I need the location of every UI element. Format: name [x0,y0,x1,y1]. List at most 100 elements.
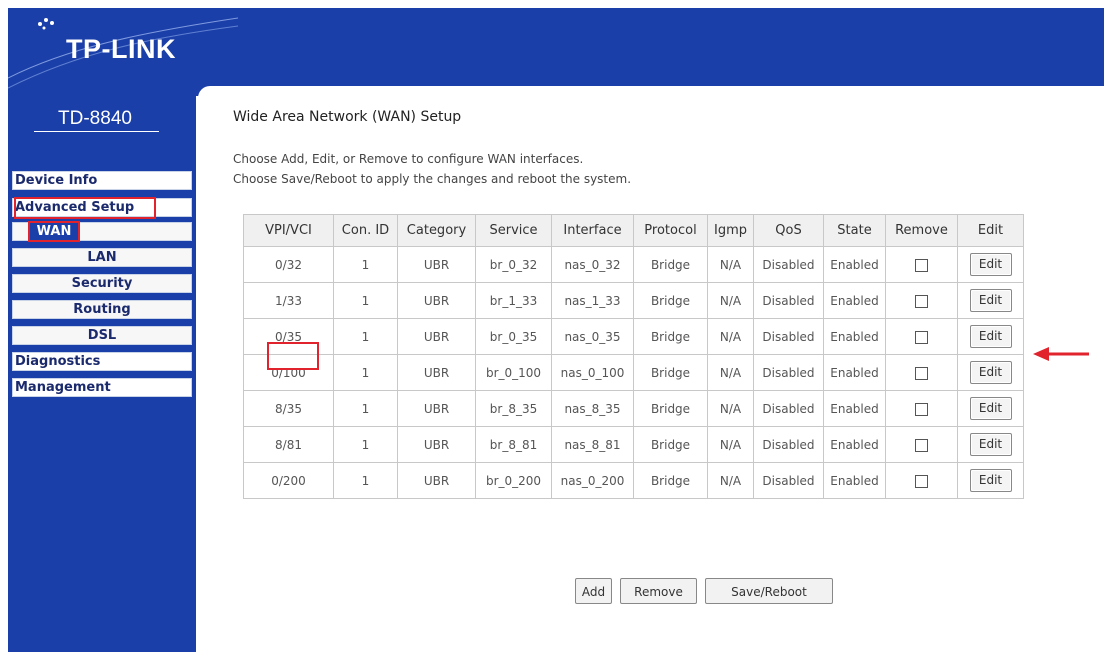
remove-button[interactable]: Remove [620,578,697,604]
cell-remove [885,246,958,283]
cell-vpivci: 8/81 [243,426,334,463]
cell-interface: nas_8_81 [551,426,634,463]
edit-button[interactable]: Edit [969,253,1012,276]
edit-button[interactable]: Edit [969,325,1012,348]
cell-interface: nas_0_35 [551,318,634,355]
cell-conid: 1 [333,462,398,499]
col-header-interface: Interface [551,214,634,247]
cell-category: UBR [397,390,476,427]
page-title: Wide Area Network (WAN) Setup [233,109,462,125]
cell-remove [885,426,958,463]
cell-state: Enabled [823,426,886,463]
table-row: 8/81 1 UBR br_8_81 nas_8_81 Bridge N/A Disabled… [243,426,1024,463]
col-header-state: State [823,214,886,247]
cell-remove [885,462,958,499]
cell-protocol: Bridge [633,318,708,355]
cell-vpivci: 0/200 [243,462,334,499]
save-reboot-button[interactable]: Save/Reboot [705,578,833,604]
cell-interface: nas_8_35 [551,390,634,427]
cell-protocol: Bridge [633,282,708,319]
cell-conid: 1 [333,246,398,283]
cell-category: UBR [397,318,476,355]
cell-igmp: N/A [707,282,754,319]
edit-button[interactable]: Edit [969,397,1012,420]
cell-category: UBR [397,426,476,463]
wan-label-highlight: WAN [28,221,80,242]
remove-checkbox[interactable] [915,294,928,308]
table-row: 0/200 1 UBR br_0_200 nas_0_200 Bridge N/A Disab… [243,462,1024,499]
remove-checkbox[interactable] [915,330,928,344]
cell-protocol: Bridge [633,462,708,499]
advanced-setup-highlight [14,197,156,219]
table-row: 0/32 1 UBR br_0_32 nas_0_32 Bridge N/A Disabled… [243,246,1024,283]
table-row: 8/35 1 UBR br_8_35 nas_8_35 Bridge N/A Disabled… [243,390,1024,427]
edit-button[interactable]: Edit [969,469,1012,492]
wan-interfaces-table: VPI/VCI Con. ID Category Service Interfa… [243,214,1024,499]
header-banner: TP-LINK [8,8,1104,96]
sidebar-item-device-info[interactable]: Device Info [12,171,192,190]
cell-interface: nas_0_200 [551,462,634,499]
sidebar-item-diagnostics[interactable]: Diagnostics [12,352,192,371]
cell-service: br_8_81 [475,426,552,463]
vpivci-0-35-highlight [267,342,319,370]
cell-category: UBR [397,354,476,391]
cell-vpivci: 0/32 [243,246,334,283]
cell-category: UBR [397,462,476,499]
cell-state: Enabled [823,246,886,283]
cell-remove [885,282,958,319]
cell-protocol: Bridge [633,354,708,391]
cell-conid: 1 [333,318,398,355]
cell-service: br_8_35 [475,390,552,427]
cell-edit: Edit [957,462,1024,499]
cell-service: br_0_35 [475,318,552,355]
col-header-igmp: Igmp [707,214,754,247]
cell-edit: Edit [957,246,1024,283]
cell-vpivci: 1/33 [243,282,334,319]
cell-qos: Disabled [753,462,824,499]
cell-state: Enabled [823,462,886,499]
col-header-remove: Remove [885,214,958,247]
edit-button[interactable]: Edit [969,289,1012,312]
table-header-row: VPI/VCI Con. ID Category Service Interfa… [243,214,1024,247]
tp-link-logo-icon [38,18,54,30]
edit-button[interactable]: Edit [969,361,1012,384]
cell-qos: Disabled [753,318,824,355]
cell-igmp: N/A [707,318,754,355]
col-header-service: Service [475,214,552,247]
cell-igmp: N/A [707,354,754,391]
cell-igmp: N/A [707,246,754,283]
add-button[interactable]: Add [575,578,612,604]
col-header-vpivci: VPI/VCI [243,214,334,247]
sidebar-item-security[interactable]: Security [12,274,192,293]
table-row: 1/33 1 UBR br_1_33 nas_1_33 Bridge N/A Disabled… [243,282,1024,319]
col-header-edit: Edit [957,214,1024,247]
table-row: 0/100 1 UBR br_0_100 nas_0_100 Bridge N/A Disab… [243,354,1024,391]
cell-edit: Edit [957,282,1024,319]
cell-edit: Edit [957,354,1024,391]
edit-button[interactable]: Edit [969,433,1012,456]
sidebar-item-lan[interactable]: LAN [12,248,192,267]
cell-igmp: N/A [707,426,754,463]
col-header-category: Category [397,214,476,247]
remove-checkbox[interactable] [915,258,928,272]
cell-service: br_1_33 [475,282,552,319]
cell-remove [885,354,958,391]
model-underline [34,131,159,132]
cell-conid: 1 [333,426,398,463]
cell-service: br_0_32 [475,246,552,283]
col-header-qos: QoS [753,214,824,247]
cell-state: Enabled [823,318,886,355]
remove-checkbox[interactable] [915,402,928,416]
col-header-con-id: Con. ID [333,214,398,247]
sidebar-item-management[interactable]: Management [12,378,192,397]
remove-checkbox[interactable] [915,438,928,452]
cell-state: Enabled [823,390,886,427]
remove-checkbox[interactable] [915,366,928,380]
cell-edit: Edit [957,426,1024,463]
cell-protocol: Bridge [633,426,708,463]
cell-qos: Disabled [753,390,824,427]
sidebar-item-dsl[interactable]: DSL [12,326,192,345]
sidebar-item-routing[interactable]: Routing [12,300,192,319]
cell-igmp: N/A [707,462,754,499]
remove-checkbox[interactable] [915,474,928,488]
